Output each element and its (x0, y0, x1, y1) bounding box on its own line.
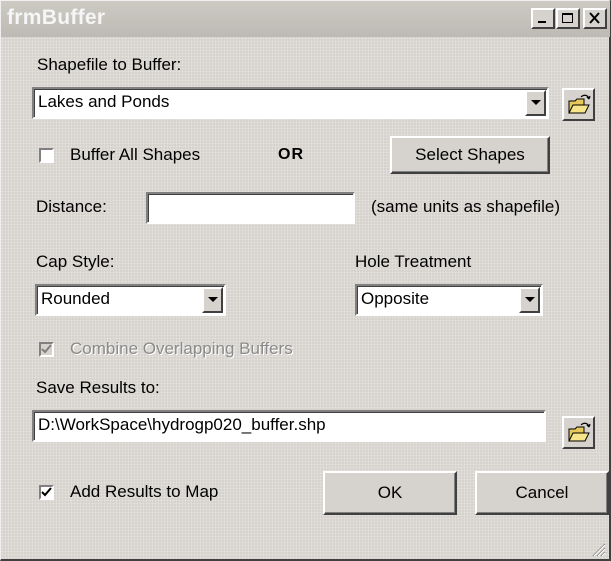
distance-input[interactable] (146, 192, 355, 224)
resize-grip-icon[interactable] (590, 541, 606, 557)
ok-button[interactable]: OK (323, 471, 457, 515)
shapefile-select[interactable]: Lakes and Ponds (32, 87, 549, 119)
chevron-down-icon (525, 297, 535, 302)
shapefile-value: Lakes and Ponds (38, 92, 170, 111)
chevron-down-icon (208, 297, 218, 302)
close-icon (589, 12, 600, 24)
buffer-dialog: frmBuffer Shapefile to Buffer: Lakes and… (0, 0, 611, 561)
hole-treatment-dropdown-button[interactable] (519, 287, 540, 313)
shapefile-label: Shapefile to Buffer: (37, 55, 182, 74)
minimize-icon (538, 21, 546, 23)
checkmark-icon (41, 344, 52, 354)
distance-hint: (same units as shapefile) (371, 197, 560, 216)
or-label: OR (278, 146, 304, 163)
cap-style-label: Cap Style: (36, 252, 115, 271)
save-path-value: D:\WorkSpace\hydrogp020_buffer.shp (38, 415, 326, 434)
maximize-icon (562, 13, 573, 23)
hole-treatment-label: Hole Treatment (355, 252, 472, 271)
hole-treatment-value: Opposite (361, 289, 430, 308)
maximize-button[interactable] (556, 8, 580, 29)
browse-save-button[interactable] (562, 416, 595, 449)
hole-treatment-select[interactable]: Opposite (355, 284, 543, 316)
cancel-button[interactable]: Cancel (475, 471, 609, 515)
cap-style-select[interactable]: Rounded (35, 284, 226, 316)
add-to-map-label: Add Results to Map (70, 482, 219, 501)
add-to-map-checkbox[interactable] (39, 485, 54, 500)
minimize-button[interactable] (531, 8, 555, 29)
checkmark-icon (41, 487, 52, 497)
window-title: frmBuffer (7, 6, 106, 29)
select-shapes-button[interactable]: Select Shapes (390, 136, 550, 174)
shapefile-dropdown-button[interactable] (525, 90, 546, 116)
buffer-all-checkbox[interactable] (39, 148, 54, 163)
open-folder-icon (568, 94, 591, 114)
cap-style-value: Rounded (41, 289, 111, 308)
combine-overlapping-label: Combine Overlapping Buffers (70, 339, 293, 358)
chevron-down-icon (531, 100, 541, 105)
close-button[interactable] (583, 8, 607, 29)
cap-style-dropdown-button[interactable] (202, 287, 223, 313)
save-results-label: Save Results to: (36, 378, 160, 397)
save-path-input[interactable]: D:\WorkSpace\hydrogp020_buffer.shp (32, 410, 546, 442)
title-bar[interactable]: frmBuffer (1, 1, 610, 37)
distance-label: Distance: (36, 197, 107, 216)
open-folder-icon (568, 422, 591, 442)
buffer-all-label: Buffer All Shapes (70, 145, 201, 164)
combine-overlapping-checkbox[interactable] (39, 342, 54, 357)
browse-shapefile-button[interactable] (562, 88, 595, 121)
